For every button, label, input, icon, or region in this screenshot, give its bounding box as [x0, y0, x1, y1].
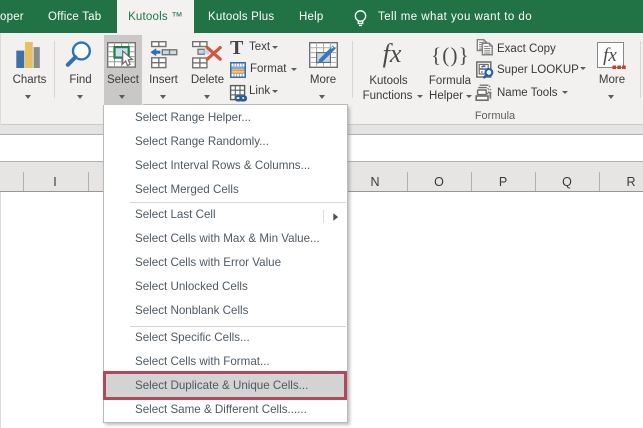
svg-text:fx: fx: [603, 45, 617, 66]
